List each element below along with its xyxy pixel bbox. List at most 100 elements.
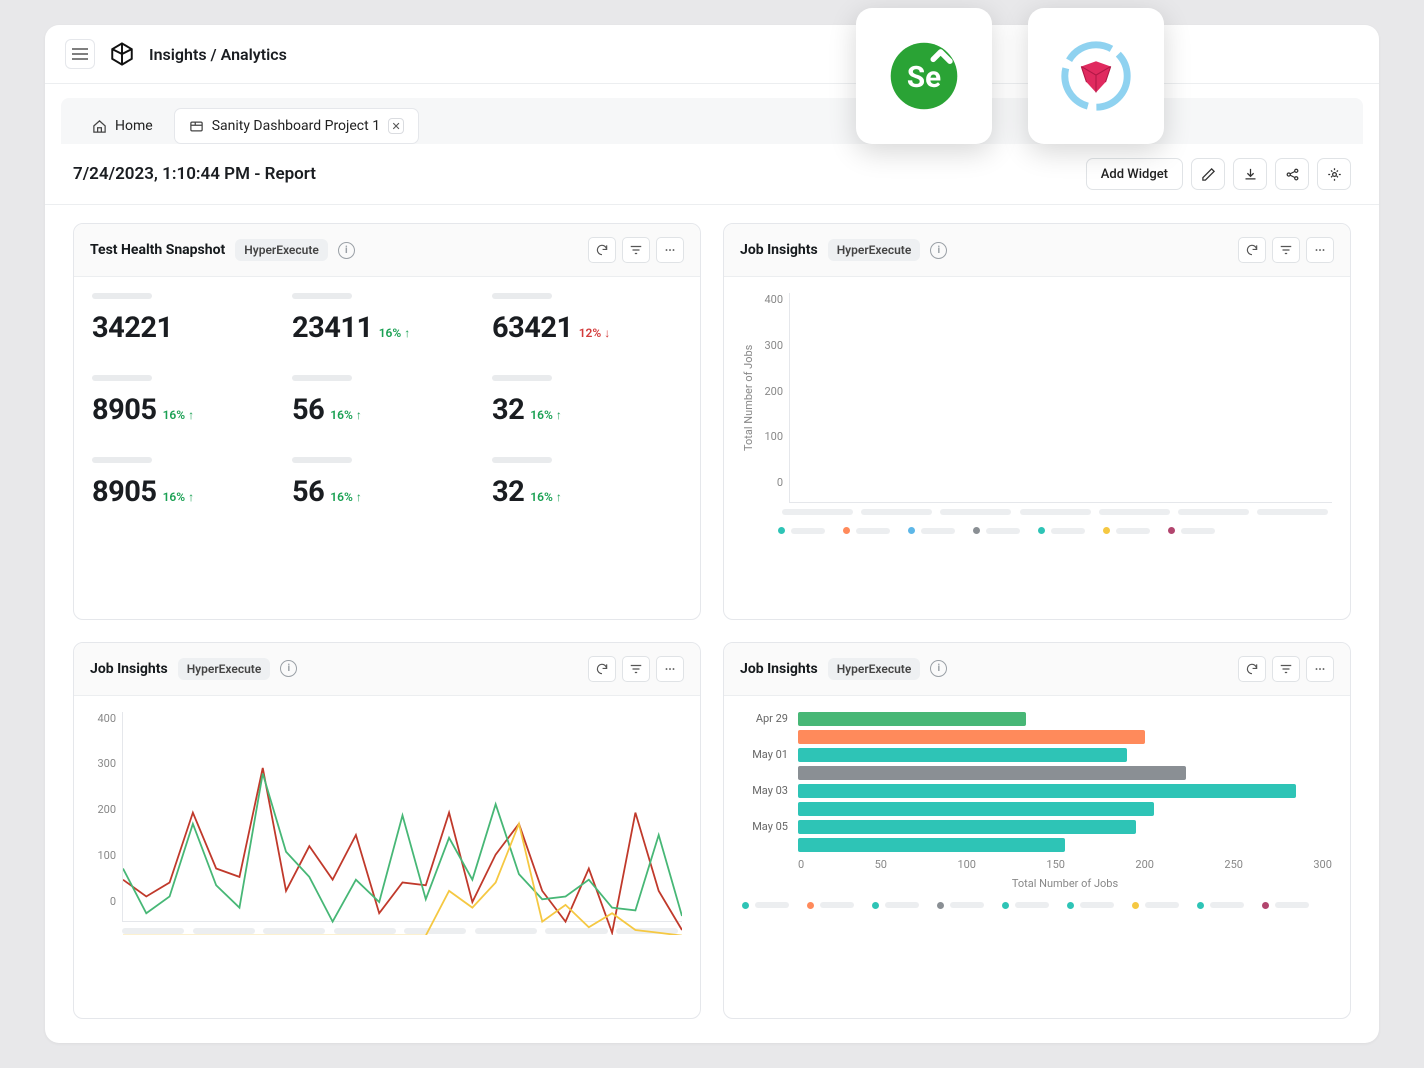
card-tag: HyperExecute — [235, 239, 328, 261]
refresh-icon — [1245, 662, 1259, 676]
refresh-button[interactable] — [1238, 656, 1266, 682]
info-icon[interactable]: i — [280, 660, 297, 677]
card-bar: Job Insights HyperExecute i Total Number… — [723, 223, 1351, 620]
more-button[interactable] — [656, 237, 684, 263]
breadcrumb: Insights / Analytics — [149, 45, 287, 64]
legend-item — [742, 902, 789, 909]
hbar-row — [742, 730, 1332, 744]
page-title: 7/24/2023, 1:10:44 PM - Report — [73, 164, 316, 184]
info-icon[interactable]: i — [338, 242, 355, 259]
metric-value: 8905 — [92, 475, 157, 509]
metric: 32 16% ↑ — [492, 457, 682, 509]
more-icon — [1313, 243, 1327, 257]
add-widget-button[interactable]: Add Widget — [1086, 158, 1183, 190]
info-icon[interactable]: i — [930, 242, 947, 259]
legend-item — [937, 902, 984, 909]
metric-delta: 16% ↑ — [163, 408, 195, 422]
x-tick — [1257, 509, 1328, 515]
menu-button[interactable] — [65, 39, 95, 69]
selenium-card: Se — [856, 8, 992, 144]
more-icon — [1313, 662, 1327, 676]
x-tick: 200 — [1135, 858, 1154, 871]
line-chart: 4003002001000 — [92, 712, 682, 922]
gear-icon — [1327, 167, 1342, 182]
home-icon — [92, 119, 107, 134]
metric-label-placeholder — [292, 457, 352, 463]
ruby-card — [1028, 8, 1164, 144]
y-tick: 300 — [759, 339, 783, 352]
metric: 56 16% ↑ — [292, 375, 482, 427]
metric-value: 34221 — [92, 311, 173, 345]
filter-icon — [1279, 662, 1293, 676]
card-tag: HyperExecute — [828, 658, 921, 680]
topbar: Insights / Analytics — [45, 25, 1379, 84]
x-tick: 300 — [1313, 858, 1332, 871]
more-button[interactable] — [656, 656, 684, 682]
y-tick: 400 — [759, 293, 783, 306]
close-tab-icon[interactable]: ✕ — [388, 118, 404, 134]
metric: 32 16% ↑ — [492, 375, 682, 427]
hbar-bar — [798, 748, 1127, 762]
hbar-row — [742, 838, 1332, 852]
share-icon — [1285, 167, 1300, 182]
download-button[interactable] — [1233, 158, 1267, 190]
refresh-button[interactable] — [588, 237, 616, 263]
filter-icon — [629, 243, 643, 257]
y-tick: 300 — [92, 757, 116, 770]
card-title: Test Health Snapshot — [90, 242, 225, 258]
filter-button[interactable] — [1272, 656, 1300, 682]
refresh-button[interactable] — [1238, 237, 1266, 263]
svg-text:Se: Se — [907, 61, 941, 95]
hbar-label: May 01 — [742, 748, 788, 761]
card-tag: HyperExecute — [178, 658, 271, 680]
hbar-row: May 05 — [742, 820, 1332, 834]
ruby-icon — [1057, 37, 1135, 115]
y-tick: 200 — [92, 803, 116, 816]
logo-icon — [109, 41, 135, 67]
refresh-icon — [595, 243, 609, 257]
filter-button[interactable] — [622, 237, 650, 263]
y-tick: 100 — [759, 430, 783, 443]
metric: 56 16% ↑ — [292, 457, 482, 509]
hbar-label: May 05 — [742, 820, 788, 833]
x-tick: 100 — [957, 858, 976, 871]
more-button[interactable] — [1306, 237, 1334, 263]
x-tick — [1178, 509, 1249, 515]
metric: 8905 16% ↑ — [92, 457, 282, 509]
metric-value: 56 — [292, 475, 324, 509]
info-icon[interactable]: i — [930, 660, 947, 677]
metric: 63421 12% ↓ — [492, 293, 682, 345]
hbar-bar — [798, 802, 1154, 816]
page-actions: Add Widget — [1086, 158, 1351, 190]
metric-delta: 12% ↓ — [579, 326, 611, 340]
metric-value: 56 — [292, 393, 324, 427]
hbar-row — [742, 802, 1332, 816]
pencil-icon — [1201, 167, 1216, 182]
metrics-grid: 34221 23411 16% ↑ 63421 12% ↓ 8905 16% ↑ — [92, 293, 682, 509]
metric-delta: 16% ↑ — [163, 490, 195, 504]
legend — [742, 515, 1332, 534]
share-button[interactable] — [1275, 158, 1309, 190]
edit-button[interactable] — [1191, 158, 1225, 190]
legend-item — [1067, 902, 1114, 909]
card-snapshot: Test Health Snapshot HyperExecute i 3422… — [73, 223, 701, 620]
metric-value: 63421 — [492, 311, 573, 345]
legend-item — [1262, 902, 1309, 909]
card-title: Job Insights — [740, 661, 818, 677]
filter-button[interactable] — [622, 656, 650, 682]
tab-home[interactable]: Home — [77, 108, 168, 144]
y-tick: 100 — [92, 849, 116, 862]
settings-button[interactable] — [1317, 158, 1351, 190]
tab-label: Home — [115, 118, 153, 134]
hbar-row: May 03 — [742, 784, 1332, 798]
filter-button[interactable] — [1272, 237, 1300, 263]
more-button[interactable] — [1306, 656, 1334, 682]
legend — [742, 890, 1332, 909]
refresh-button[interactable] — [588, 656, 616, 682]
metric-label-placeholder — [92, 293, 152, 299]
tab-active[interactable]: Sanity Dashboard Project 1 ✕ — [174, 108, 419, 144]
hbar-bar — [798, 838, 1065, 852]
page-header: 7/24/2023, 1:10:44 PM - Report Add Widge… — [45, 144, 1379, 205]
hbar-label: May 03 — [742, 784, 788, 797]
hbar-label: Apr 29 — [742, 712, 788, 725]
